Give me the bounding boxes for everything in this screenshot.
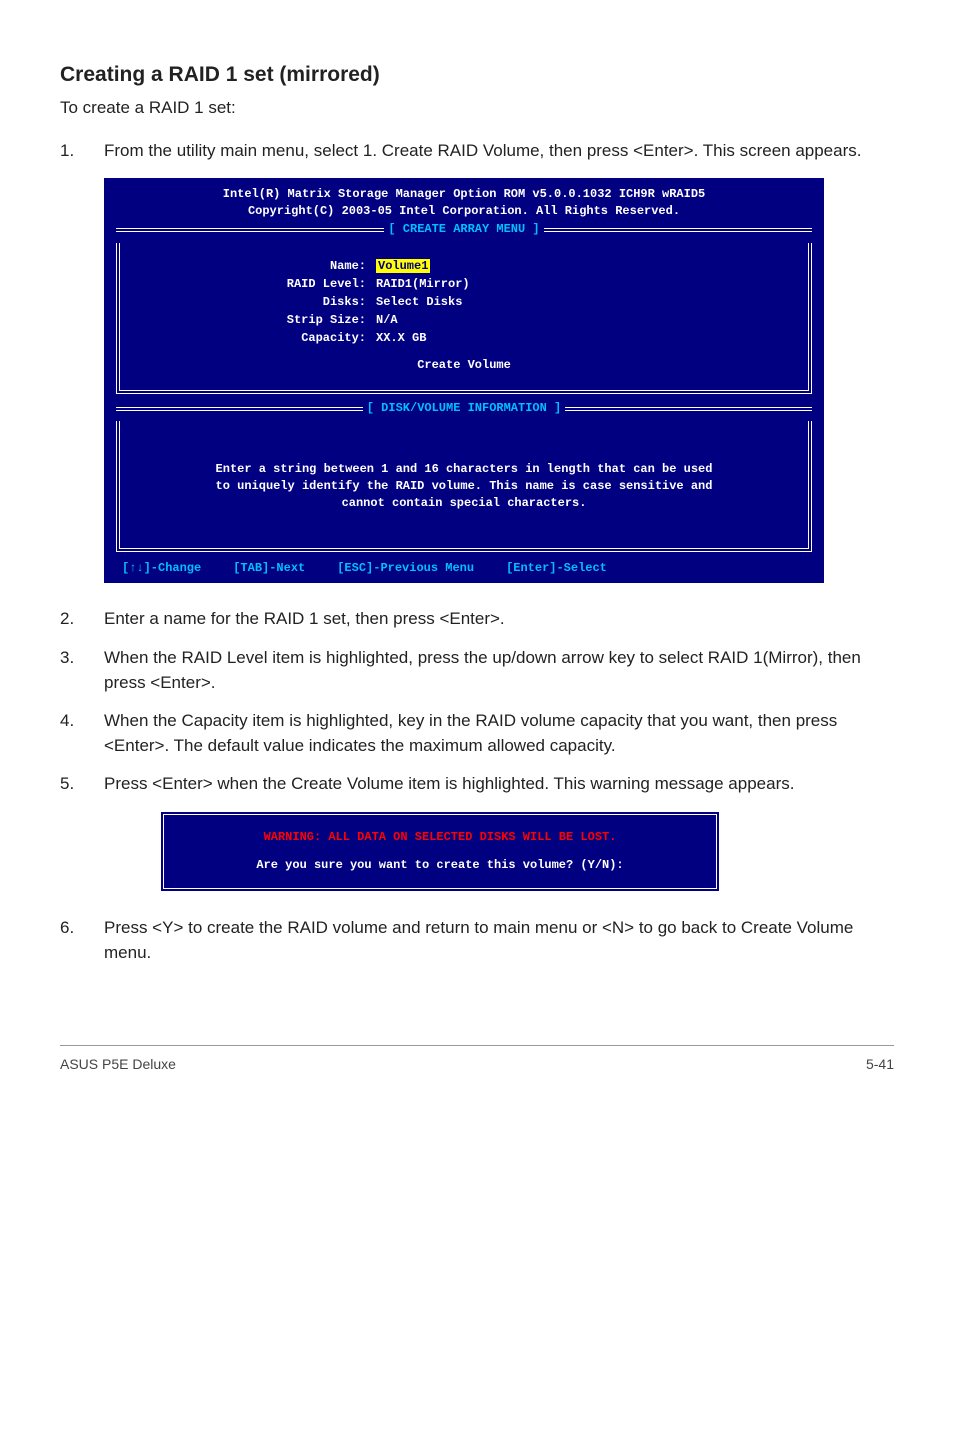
bios-screenshot: Intel(R) Matrix Storage Manager Option R… (104, 178, 894, 584)
step-number: 3. (60, 646, 104, 695)
field-value-name: Volume1 (376, 259, 430, 273)
step-number: 1. (60, 139, 104, 164)
step-3: 3. When the RAID Level item is highlight… (60, 646, 894, 695)
section-heading: Creating a RAID 1 set (mirrored) (60, 60, 894, 90)
step-number: 6. (60, 916, 104, 965)
step-number: 4. (60, 709, 104, 758)
intro-text: To create a RAID 1 set: (60, 96, 894, 121)
bios-hint-line-3: cannot contain special characters. (136, 495, 792, 512)
step-6: 6. Press <Y> to create the RAID volume a… (60, 916, 894, 965)
footer-right: 5-41 (866, 1054, 894, 1074)
field-label-name: Name: (136, 257, 376, 275)
warning-dialog: WARNING: ALL DATA ON SELECTED DISKS WILL… (160, 811, 720, 892)
step-body: When the Capacity item is highlighted, k… (104, 709, 894, 758)
field-label-disks: Disks: (136, 293, 376, 311)
bios-hint-line-1: Enter a string between 1 and 16 characte… (136, 461, 792, 478)
step-body: When the RAID Level item is highlighted,… (104, 646, 894, 695)
step-2: 2. Enter a name for the RAID 1 set, then… (60, 607, 894, 632)
field-value-disks: Select Disks (376, 293, 462, 311)
warning-red-text: WARNING: ALL DATA ON SELECTED DISKS WILL… (186, 829, 694, 846)
step-4: 4. When the Capacity item is highlighted… (60, 709, 894, 758)
field-label-raid-level: RAID Level: (136, 275, 376, 293)
step-body: Enter a name for the RAID 1 set, then pr… (104, 607, 894, 632)
field-label-capacity: Capacity: (136, 329, 376, 347)
disk-volume-info-label: [ DISK/VOLUME INFORMATION ] (363, 400, 565, 417)
step-number: 5. (60, 772, 104, 797)
steps-list: 1. From the utility main menu, select 1.… (60, 139, 894, 164)
bios-hint-line-2: to uniquely identify the RAID volume. Th… (136, 478, 792, 495)
step-body: Press <Enter> when the Create Volume ite… (104, 772, 894, 797)
bios-title-2: Copyright(C) 2003-05 Intel Corporation. … (116, 203, 812, 220)
bios-title-1: Intel(R) Matrix Storage Manager Option R… (116, 186, 812, 203)
page-footer: ASUS P5E Deluxe 5-41 (60, 1045, 894, 1074)
step-body: Press <Y> to create the RAID volume and … (104, 916, 894, 965)
step-1: 1. From the utility main menu, select 1.… (60, 139, 894, 164)
bios-footer-prev: [ESC]-Previous Menu (337, 560, 474, 577)
warning-prompt-text: Are you sure you want to create this vol… (186, 857, 694, 874)
step-5: 5. Press <Enter> when the Create Volume … (60, 772, 894, 797)
bios-footer-select: [Enter]-Select (506, 560, 607, 577)
bios-footer-next: [TAB]-Next (233, 560, 305, 577)
bios-footer-change: [↑↓]-Change (122, 560, 201, 577)
step-body: From the utility main menu, select 1. Cr… (104, 139, 894, 164)
step-number: 2. (60, 607, 104, 632)
create-array-menu-label: [ CREATE ARRAY MENU ] (384, 221, 543, 238)
field-label-strip-size: Strip Size: (136, 311, 376, 329)
create-volume-action: Create Volume (136, 357, 792, 374)
field-value-raid-level: RAID1(Mirror) (376, 275, 470, 293)
steps-list-cont2: 6. Press <Y> to create the RAID volume a… (60, 916, 894, 965)
steps-list-cont: 2. Enter a name for the RAID 1 set, then… (60, 607, 894, 797)
field-value-strip-size: N/A (376, 311, 398, 329)
footer-left: ASUS P5E Deluxe (60, 1054, 176, 1074)
field-value-capacity: XX.X GB (376, 329, 426, 347)
